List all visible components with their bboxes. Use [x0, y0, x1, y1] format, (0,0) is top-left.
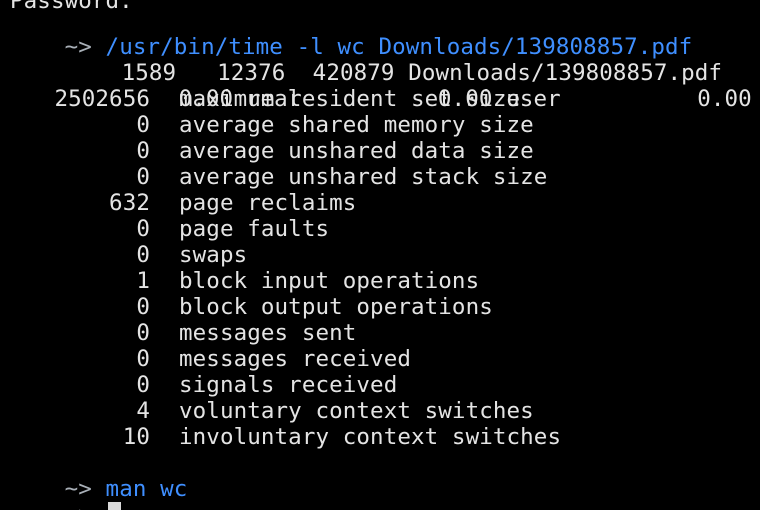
stat-value: 0 — [136, 164, 150, 190]
stat-row: 632 page reclaims — [0, 190, 760, 216]
stat-value: 2502656 — [54, 86, 150, 112]
stat-label: maximum resident set size — [179, 86, 521, 112]
stat-row: 0 average unshared data size — [0, 138, 760, 164]
stat-label: messages received — [179, 346, 411, 372]
stat-row: 0 messages sent — [0, 320, 760, 346]
stat-label: swaps — [179, 242, 248, 268]
text-cursor[interactable] — [107, 502, 121, 510]
terminal-window[interactable]: Password: ~> /usr/bin/time -l wc Downloa… — [0, 0, 760, 510]
stat-row: 0 block output operations — [0, 294, 760, 320]
stat-row: 0 average unshared stack size — [0, 164, 760, 190]
stat-row: 1 block input operations — [0, 268, 760, 294]
wc-output-line: 1589 12376 420879 Downloads/139808857.pd… — [67, 34, 722, 86]
stat-label: page reclaims — [179, 190, 357, 216]
stat-row: 4 voluntary context switches — [0, 398, 760, 424]
stat-row: 0 messages received — [0, 346, 760, 372]
stat-row: 0 page faults — [0, 216, 760, 242]
command-line-2: ~> man wc — [10, 450, 188, 502]
stat-label: average shared memory size — [179, 112, 534, 138]
stat-value: 1 — [136, 268, 150, 294]
timing-line: 0.00 real 0.00 user 0.00 sys — [124, 60, 760, 112]
stat-label: block input operations — [179, 268, 480, 294]
stat-row: 0 signals received — [0, 372, 760, 398]
stat-value: 0 — [136, 294, 150, 320]
prompt: ~> — [65, 502, 92, 510]
command-line-1: ~> /usr/bin/time -l wc Downloads/1398088… — [10, 8, 693, 60]
stat-label: page faults — [179, 216, 330, 242]
stat-label: average unshared stack size — [179, 164, 548, 190]
stat-label: block output operations — [179, 294, 493, 320]
stat-label: average unshared data size — [179, 138, 534, 164]
stat-row: 2502656 maximum resident set size — [0, 86, 760, 112]
stat-label: signals received — [179, 372, 398, 398]
stat-row: 0 swaps — [0, 242, 760, 268]
active-prompt-line[interactable]: ~> — [10, 476, 121, 510]
stat-value: 0 — [136, 138, 150, 164]
stat-value: 0 — [136, 112, 150, 138]
stat-value: 632 — [109, 190, 150, 216]
stat-label: involuntary context switches — [179, 424, 562, 450]
stat-label: voluntary context switches — [179, 398, 534, 424]
stat-value: 0 — [136, 216, 150, 242]
stat-value: 0 — [136, 372, 150, 398]
stat-value: 10 — [122, 424, 150, 450]
stat-value: 0 — [136, 320, 150, 346]
stat-value: 0 — [136, 346, 150, 372]
stat-row: 10 involuntary context switches — [0, 424, 760, 450]
stat-row: 0 average shared memory size — [0, 112, 760, 138]
stat-label: messages sent — [179, 320, 357, 346]
stat-value: 0 — [136, 242, 150, 268]
stat-value: 4 — [136, 398, 150, 424]
